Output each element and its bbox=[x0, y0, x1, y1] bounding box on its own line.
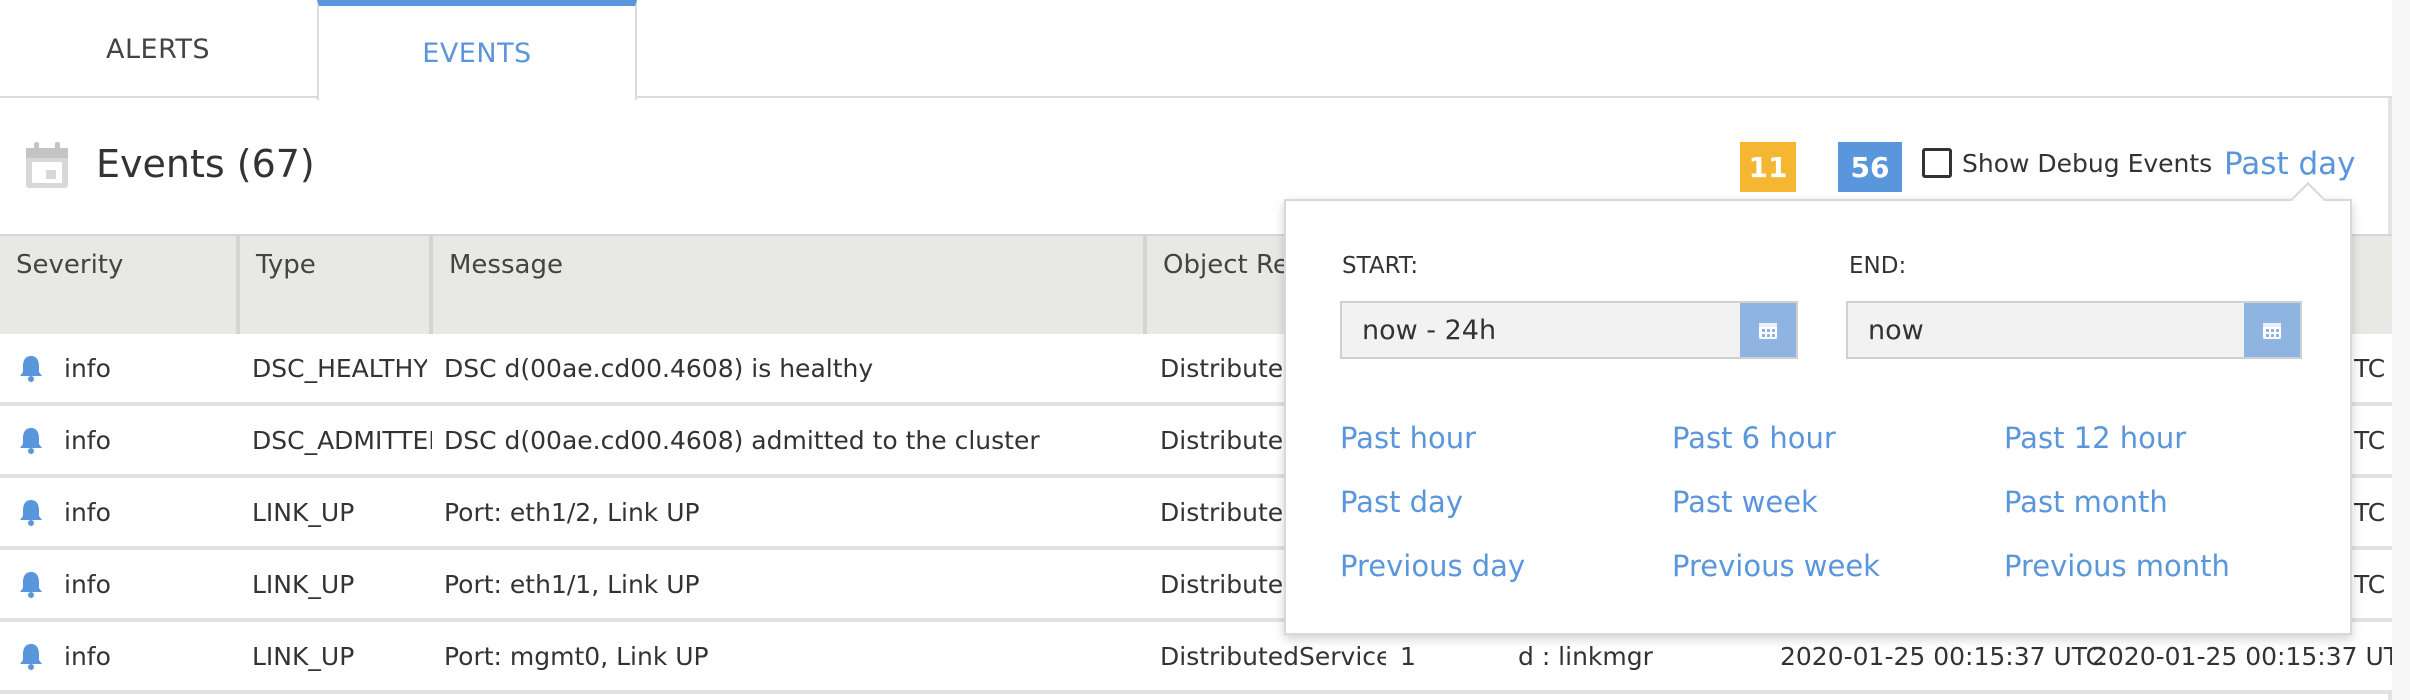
object-ref-cell[interactable]: DistributedS bbox=[1160, 550, 1284, 618]
severity-cell: info bbox=[64, 353, 111, 383]
message-cell: Port: eth1/2, Link UP bbox=[444, 497, 700, 527]
show-debug-checkbox[interactable] bbox=[1922, 148, 1952, 178]
preset-past-month[interactable]: Past month bbox=[2004, 485, 2168, 519]
end-field bbox=[1846, 301, 2302, 359]
end-input[interactable] bbox=[1848, 303, 2300, 357]
info-count-badge[interactable]: 56 bbox=[1838, 142, 1902, 192]
time-cell-partial: TC bbox=[2354, 497, 2386, 527]
tab-bar: ALERTS EVENTS bbox=[0, 0, 2392, 100]
show-debug-toggle[interactable]: Show Debug Events bbox=[1922, 148, 2212, 178]
message-cell: Port: eth1/1, Link UP bbox=[444, 569, 700, 599]
message-cell: DSC d(00ae.cd00.4608) is healthy bbox=[444, 353, 874, 383]
type-cell: LINK_UP bbox=[252, 569, 355, 599]
start-field bbox=[1340, 301, 1798, 359]
message-cell: Port: mgmt0, Link UP bbox=[444, 641, 709, 671]
start-label: START: bbox=[1342, 253, 1419, 279]
column-header-severity[interactable]: Severity bbox=[0, 236, 240, 334]
severity-cell: info bbox=[64, 641, 111, 671]
date-range-popover: START: END: Past hour bbox=[1284, 182, 2352, 635]
tab-alerts[interactable]: ALERTS bbox=[0, 0, 316, 98]
type-cell: LINK_UP bbox=[252, 641, 355, 671]
preset-previous-month[interactable]: Previous month bbox=[2004, 549, 2230, 583]
calendar-icon bbox=[2263, 323, 2281, 339]
bell-icon bbox=[20, 428, 42, 454]
calendar-icon bbox=[1759, 323, 1777, 339]
message-cell: DSC d(00ae.cd00.4608) admitted to the cl… bbox=[444, 425, 1040, 455]
show-debug-label: Show Debug Events bbox=[1962, 148, 2213, 178]
preset-past-6-hour[interactable]: Past 6 hour bbox=[1672, 421, 1836, 455]
type-cell: DSC_ADMITTED bbox=[252, 425, 432, 455]
preset-past-hour[interactable]: Past hour bbox=[1340, 421, 1476, 455]
object-ref-cell[interactable]: DistributedS bbox=[1160, 406, 1284, 474]
column-header-message[interactable]: Message bbox=[433, 236, 1147, 334]
severity-cell: info bbox=[64, 425, 111, 455]
preset-previous-day[interactable]: Previous day bbox=[1340, 549, 1525, 583]
vertical-scrollbar[interactable] bbox=[2392, 0, 2410, 700]
tab-events[interactable]: EVENTS bbox=[317, 0, 637, 100]
preset-previous-week[interactable]: Previous week bbox=[1672, 549, 1880, 583]
time-cell-partial: TC bbox=[2354, 425, 2386, 455]
bell-icon bbox=[20, 500, 42, 526]
column-header-type[interactable]: Type bbox=[240, 236, 433, 334]
severity-cell: info bbox=[64, 569, 111, 599]
end-calendar-button[interactable] bbox=[2244, 303, 2300, 357]
calendar-icon bbox=[26, 142, 68, 188]
page-title: Events (67) bbox=[96, 142, 315, 186]
preset-past-12-hour[interactable]: Past 12 hour bbox=[2004, 421, 2186, 455]
severity-cell: info bbox=[64, 497, 111, 527]
type-cell: LINK_UP bbox=[252, 497, 355, 527]
preset-past-week[interactable]: Past week bbox=[1672, 485, 1818, 519]
end-label: END: bbox=[1849, 253, 1907, 279]
preset-past-day[interactable]: Past day bbox=[1340, 485, 1463, 519]
time-range-link[interactable]: Past day bbox=[2224, 146, 2355, 182]
start-calendar-button[interactable] bbox=[1740, 303, 1796, 357]
time-cell-partial: TC bbox=[2354, 353, 2386, 383]
time-cell-partial: TC bbox=[2354, 569, 2386, 599]
start-input[interactable] bbox=[1342, 303, 1796, 357]
object-ref-cell[interactable]: DistributedS bbox=[1160, 334, 1284, 402]
bell-icon bbox=[20, 644, 42, 670]
warning-count-badge[interactable]: 11 bbox=[1740, 142, 1796, 192]
object-ref-cell[interactable]: DistributedS bbox=[1160, 478, 1284, 546]
bell-icon bbox=[20, 572, 42, 598]
type-cell: DSC_HEALTHY bbox=[252, 353, 427, 383]
events-panel: ALERTS EVENTS Events (67) 11 56 Show Deb… bbox=[0, 0, 2410, 700]
bell-icon bbox=[20, 356, 42, 382]
